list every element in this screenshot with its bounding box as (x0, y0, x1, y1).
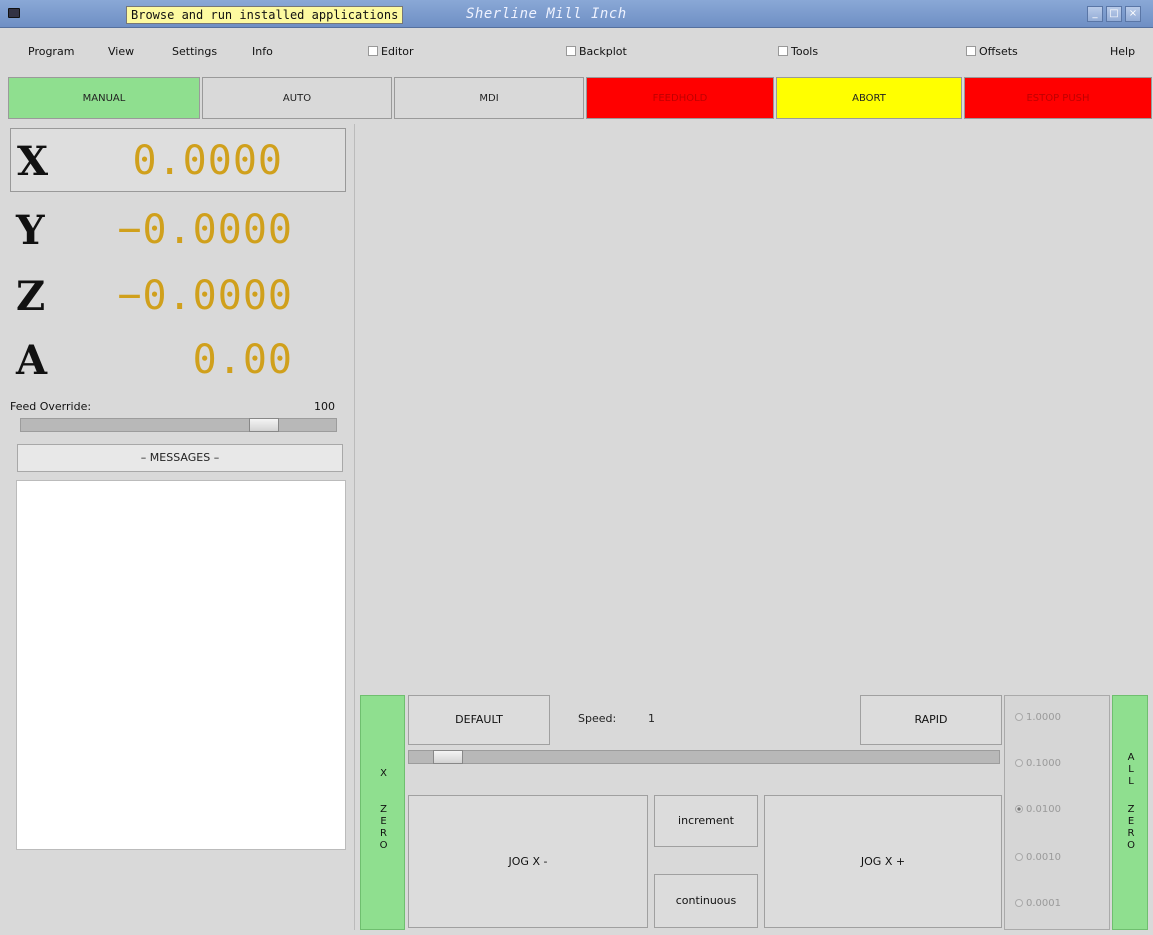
messages-button[interactable]: – MESSAGES – (17, 444, 343, 472)
menu-bar: Program View Settings Info Editor Backpl… (0, 28, 1153, 76)
checkbox-box (966, 46, 976, 56)
all-zero-letter: L (1128, 764, 1134, 775)
manual-button[interactable]: MANUAL (8, 77, 200, 119)
tooltip: Browse and run installed applications (126, 6, 404, 24)
all-zero-letter: L (1128, 776, 1134, 787)
feed-override-slider[interactable] (20, 418, 337, 432)
x-zero-letter: O (379, 840, 388, 851)
all-zero-letter: R (1127, 828, 1135, 839)
checkbox-offsets-label: Offsets (979, 45, 1018, 58)
slider-thumb[interactable] (433, 750, 463, 764)
increment-option-label: 0.1000 (1026, 758, 1061, 769)
all-zero-letter: E (1127, 816, 1135, 827)
increment-option-label: 1.0000 (1026, 712, 1061, 723)
increment-option[interactable]: 0.0001 (1015, 898, 1061, 909)
checkbox-editor[interactable]: Editor (368, 45, 414, 58)
checkbox-box (566, 46, 576, 56)
default-button[interactable]: DEFAULT (408, 695, 550, 745)
left-panel: X 0.0000 Y −0.0000 Z −0.0000 A 0.00 Feed… (10, 124, 355, 930)
checkbox-box (778, 46, 788, 56)
auto-button[interactable]: AUTO (202, 77, 392, 119)
slider-thumb[interactable] (249, 418, 279, 432)
dro-axis-label: Y (16, 207, 45, 254)
increment-selector: 1.0000 0.1000 0.0100 0.0010 0.0001 (1004, 695, 1110, 930)
continuous-button[interactable]: continuous (654, 874, 758, 928)
mdi-button[interactable]: MDI (394, 77, 584, 119)
radio-dot-icon (1015, 853, 1023, 861)
checkbox-offsets[interactable]: Offsets (966, 45, 1018, 58)
jog-x-plus-button[interactable]: JOG X + (764, 795, 1002, 928)
x-zero-letter: R (380, 828, 387, 839)
dro-axis-label: A (16, 337, 48, 384)
feed-override-label: Feed Override: (10, 400, 92, 413)
maximize-icon[interactable]: □ (1106, 6, 1122, 22)
radio-dot-icon (1015, 899, 1023, 907)
dro-value: 0.00 (192, 337, 293, 383)
radio-dot-icon (1015, 759, 1023, 767)
jog-speed-slider[interactable] (408, 750, 1000, 764)
menu-help[interactable]: Help (1110, 45, 1135, 58)
checkbox-editor-label: Editor (381, 45, 414, 58)
dro-z: Z −0.0000 (10, 264, 355, 328)
title-bar: Browse and run installed applications Sh… (0, 0, 1153, 28)
dro-value: 0.0000 (132, 138, 283, 184)
increment-button[interactable]: increment (654, 795, 758, 847)
speed-label: Speed: (578, 712, 617, 725)
dro-x: X 0.0000 (10, 128, 346, 192)
dro-axis-label: Z (16, 273, 46, 320)
feed-override-value: 100 (314, 400, 335, 413)
x-zero-button[interactable]: X Z E R O (360, 695, 405, 930)
all-zero-letter: Z (1127, 804, 1135, 815)
all-zero-letter: A (1127, 752, 1135, 763)
increment-option[interactable]: 1.0000 (1015, 712, 1061, 723)
menu-settings[interactable]: Settings (172, 45, 217, 58)
x-zero-letter: X (380, 768, 387, 779)
menu-program[interactable]: Program (28, 45, 74, 58)
menu-view[interactable]: View (108, 45, 134, 58)
dro-value: −0.0000 (117, 207, 293, 253)
rapid-button[interactable]: RAPID (860, 695, 1002, 745)
x-zero-letter: Z (380, 804, 387, 815)
window-menu-icon[interactable] (8, 8, 20, 18)
minimize-icon[interactable]: _ (1087, 6, 1103, 22)
increment-option-selected[interactable]: 0.0100 (1015, 804, 1061, 815)
checkbox-tools[interactable]: Tools (778, 45, 818, 58)
radio-dot-icon (1015, 805, 1023, 813)
checkbox-box (368, 46, 378, 56)
abort-button[interactable]: ABORT (776, 77, 962, 119)
increment-option[interactable]: 0.0010 (1015, 852, 1061, 863)
checkbox-backplot[interactable]: Backplot (566, 45, 627, 58)
checkbox-backplot-label: Backplot (579, 45, 627, 58)
estop-button[interactable]: ESTOP PUSH (964, 77, 1152, 119)
all-zero-button[interactable]: A L L Z E R O (1112, 695, 1148, 930)
increment-option-label: 0.0100 (1026, 804, 1061, 815)
x-zero-letter: E (380, 816, 387, 827)
increment-option[interactable]: 0.1000 (1015, 758, 1061, 769)
increment-option-label: 0.0001 (1026, 898, 1061, 909)
speed-value: 1 (648, 712, 655, 725)
jog-x-minus-button[interactable]: JOG X - (408, 795, 648, 928)
radio-dot-icon (1015, 713, 1023, 721)
messages-area (16, 480, 346, 850)
dro-a: A 0.00 (10, 328, 355, 392)
increment-option-label: 0.0010 (1026, 852, 1061, 863)
checkbox-tools-label: Tools (791, 45, 819, 58)
dro-y: Y −0.0000 (10, 198, 355, 262)
dro-value: −0.0000 (117, 273, 293, 319)
menu-info[interactable]: Info (252, 45, 273, 58)
feedhold-button[interactable]: FEEDHOLD (586, 77, 774, 119)
all-zero-letter: O (1127, 840, 1135, 851)
close-icon[interactable]: × (1125, 6, 1141, 22)
dro-axis-label: X (17, 138, 49, 185)
window-title: Sherline Mill Inch (466, 6, 627, 22)
